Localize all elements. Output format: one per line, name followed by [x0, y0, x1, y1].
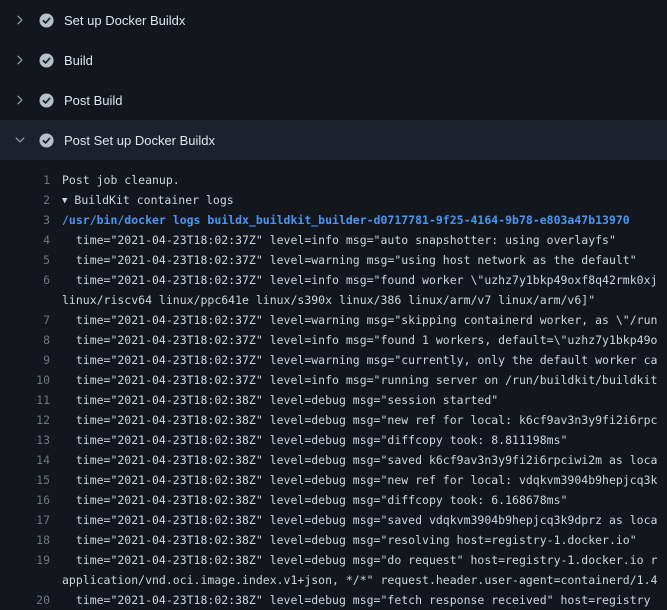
log-line: 15 time="2021-04-23T18:02:38Z" level=deb… [0, 470, 667, 490]
log-line: 19 time="2021-04-23T18:02:38Z" level=deb… [0, 550, 667, 570]
line-number[interactable]: 10 [0, 370, 50, 390]
log-area: 1Post job cleanup.2 ▼ BuildKit container l… [0, 160, 667, 610]
line-number[interactable]: 5 [0, 250, 50, 270]
check-circle-icon [38, 92, 54, 108]
log-line: 4 time="2021-04-23T18:02:37Z" level=info… [0, 230, 667, 250]
log-line: 14 time="2021-04-23T18:02:38Z" level=deb… [0, 450, 667, 470]
log-line: 1Post job cleanup. [0, 170, 667, 190]
line-content: application/vnd.oci.image.index.v1+json,… [50, 570, 667, 590]
line-content: time="2021-04-23T18:02:38Z" level=debug … [50, 430, 667, 450]
log-line: 6 time="2021-04-23T18:02:37Z" level=info… [0, 270, 667, 290]
line-content: time="2021-04-23T18:02:38Z" level=debug … [50, 530, 667, 550]
line-number[interactable]: 19 [0, 550, 50, 570]
line-content: linux/riscv64 linux/ppc641e linux/s390x … [50, 290, 667, 310]
log-line: 16 time="2021-04-23T18:02:38Z" level=deb… [0, 490, 667, 510]
line-number[interactable]: 20 [0, 590, 50, 610]
line-content: time="2021-04-23T18:02:37Z" level=info m… [50, 270, 667, 290]
log-line: 12 time="2021-04-23T18:02:38Z" level=deb… [0, 410, 667, 430]
line-number[interactable]: 18 [0, 530, 50, 550]
group-title: BuildKit container logs [74, 193, 233, 207]
log-line: 11 time="2021-04-23T18:02:38Z" level=deb… [0, 390, 667, 410]
line-content: time="2021-04-23T18:02:37Z" level=warnin… [50, 250, 667, 270]
line-content: time="2021-04-23T18:02:37Z" level=info m… [50, 230, 667, 250]
log-line: 17 time="2021-04-23T18:02:38Z" level=deb… [0, 510, 667, 530]
log-line: 9 time="2021-04-23T18:02:37Z" level=warn… [0, 350, 667, 370]
line-number[interactable]: 14 [0, 450, 50, 470]
step-header-set-up-docker-buildx[interactable]: Set up Docker Buildx [0, 0, 667, 40]
line-content: time="2021-04-23T18:02:37Z" level=info m… [50, 370, 667, 390]
line-content: time="2021-04-23T18:02:37Z" level=warnin… [50, 350, 667, 370]
step-header-post-build[interactable]: Post Build [0, 80, 667, 120]
line-content: ▼ BuildKit container logs [50, 190, 667, 210]
step-header-post-set-up-docker-buildx[interactable]: Post Set up Docker Buildx [0, 120, 667, 160]
line-number[interactable]: 9 [0, 350, 50, 370]
line-number[interactable]: 16 [0, 490, 50, 510]
log-line: 5 time="2021-04-23T18:02:37Z" level=warn… [0, 250, 667, 270]
step-title: Post Set up Docker Buildx [64, 133, 215, 148]
command-text: /usr/bin/docker logs buildx_buildkit_bui… [50, 210, 667, 230]
log-line: 8 time="2021-04-23T18:02:37Z" level=info… [0, 330, 667, 350]
log-line: 18 time="2021-04-23T18:02:38Z" level=deb… [0, 530, 667, 550]
line-number[interactable]: 13 [0, 430, 50, 450]
log-line: 3/usr/bin/docker logs buildx_buildkit_bu… [0, 210, 667, 230]
line-number[interactable]: 4 [0, 230, 50, 250]
chevron-right-icon[interactable] [12, 92, 28, 108]
chevron-right-icon[interactable] [12, 12, 28, 28]
check-circle-icon [38, 12, 54, 28]
log-line-continuation: linux/riscv64 linux/ppc641e linux/s390x … [0, 290, 667, 310]
step-header-build[interactable]: Build [0, 40, 667, 80]
line-content: time="2021-04-23T18:02:37Z" level=warnin… [50, 310, 667, 330]
chevron-down-icon[interactable] [12, 132, 28, 148]
check-circle-icon [38, 52, 54, 68]
line-content: time="2021-04-23T18:02:38Z" level=debug … [50, 450, 667, 470]
line-content: time="2021-04-23T18:02:38Z" level=debug … [50, 470, 667, 490]
line-content: time="2021-04-23T18:02:38Z" level=debug … [50, 590, 667, 610]
log-line: 10 time="2021-04-23T18:02:37Z" level=inf… [0, 370, 667, 390]
line-number[interactable]: 3 [0, 210, 50, 230]
chevron-right-icon[interactable] [12, 52, 28, 68]
line-number[interactable]: 6 [0, 270, 50, 290]
line-content: time="2021-04-23T18:02:38Z" level=debug … [50, 510, 667, 530]
line-number[interactable]: 8 [0, 330, 50, 350]
group-caret-icon[interactable]: ▼ [62, 191, 67, 210]
step-title: Build [64, 53, 93, 68]
log-line: 13 time="2021-04-23T18:02:38Z" level=deb… [0, 430, 667, 450]
line-content: time="2021-04-23T18:02:38Z" level=debug … [50, 390, 667, 410]
line-number[interactable]: 11 [0, 390, 50, 410]
line-content: time="2021-04-23T18:02:38Z" level=debug … [50, 490, 667, 510]
line-content: time="2021-04-23T18:02:38Z" level=debug … [50, 410, 667, 430]
step-title: Post Build [64, 93, 123, 108]
log-line: 7 time="2021-04-23T18:02:37Z" level=warn… [0, 310, 667, 330]
line-number[interactable]: 15 [0, 470, 50, 490]
line-content: Post job cleanup. [50, 170, 667, 190]
line-number [0, 290, 50, 310]
steps-list: Set up Docker Buildx Build Post Build Post … [0, 0, 667, 160]
line-number[interactable]: 12 [0, 410, 50, 430]
line-number[interactable]: 1 [0, 170, 50, 190]
step-title: Set up Docker Buildx [64, 13, 185, 28]
line-number[interactable]: 7 [0, 310, 50, 330]
line-content: time="2021-04-23T18:02:37Z" level=info m… [50, 330, 667, 350]
line-number [0, 570, 50, 590]
line-number[interactable]: 2 [0, 190, 50, 210]
log-line: 20 time="2021-04-23T18:02:38Z" level=deb… [0, 590, 667, 610]
log-line-continuation: application/vnd.oci.image.index.v1+json,… [0, 570, 667, 590]
line-number[interactable]: 17 [0, 510, 50, 530]
log-line: 2 ▼ BuildKit container logs [0, 190, 667, 210]
line-content: time="2021-04-23T18:02:38Z" level=debug … [50, 550, 667, 570]
check-circle-icon [38, 132, 54, 148]
